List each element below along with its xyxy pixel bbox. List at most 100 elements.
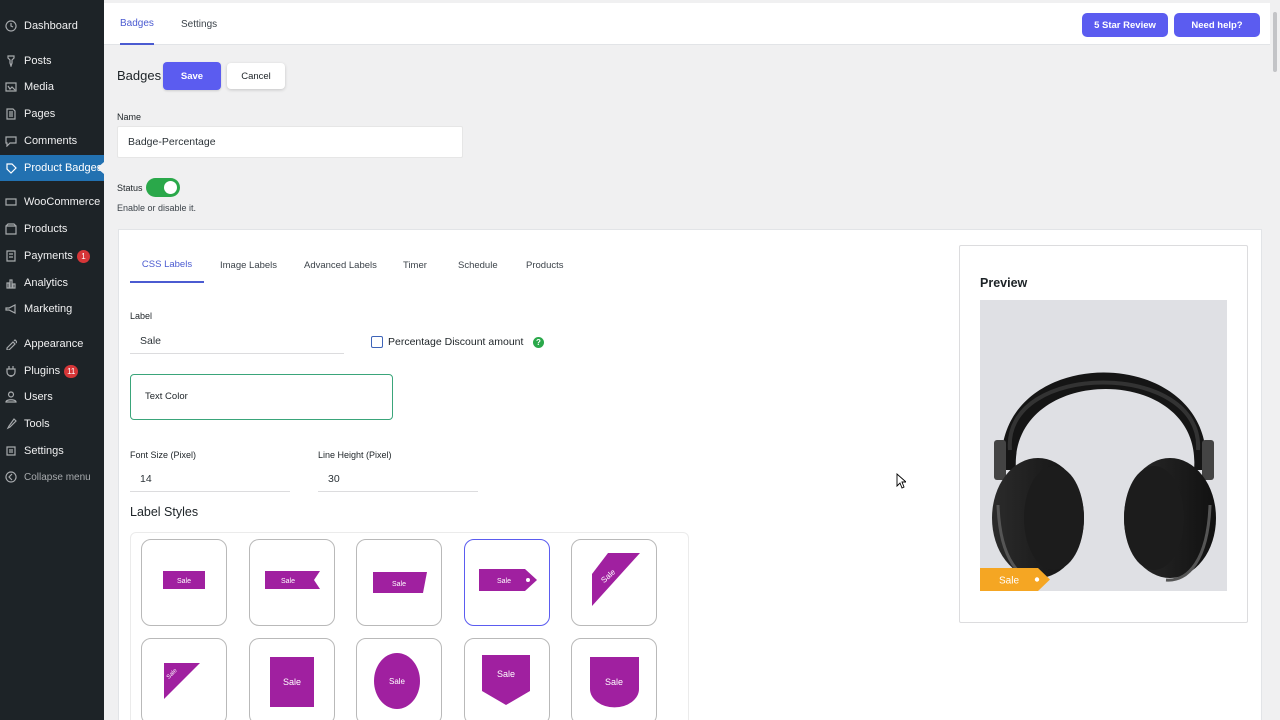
sidebar-item-marketing[interactable]: Marketing [0, 296, 104, 322]
tab-schedule[interactable]: Schedule [458, 248, 498, 283]
label-style-shape: Sale [270, 657, 314, 707]
name-input[interactable]: Badge-Percentage [117, 126, 463, 158]
sidebar-item-media[interactable]: Media [0, 74, 104, 100]
tab-settings[interactable]: Settings [181, 3, 217, 45]
sidebar-item-label: Analytics [24, 277, 69, 289]
media-icon [3, 80, 19, 94]
tab-advanced-labels[interactable]: Advanced Labels [304, 248, 377, 283]
sidebar-item-label: Marketing [24, 303, 73, 315]
plugin-top-bar: Badges Settings 5 Star Review Need help? [104, 3, 1270, 45]
label-style-option-9[interactable]: Sale [464, 638, 550, 720]
status-toggle[interactable] [146, 178, 180, 197]
sidebar-item-product-badges[interactable]: Product Badges [0, 155, 104, 181]
name-label: Name [117, 112, 142, 122]
label-style-shape: Sale [374, 653, 420, 709]
sidebar-item-analytics[interactable]: Analytics [0, 270, 104, 296]
label-style-option-10[interactable]: Sale [571, 638, 657, 720]
sidebar-item-users[interactable]: Users [0, 384, 104, 410]
need-help-button[interactable]: Need help? [1174, 13, 1260, 37]
comments-icon [3, 134, 19, 148]
svg-text:Sale: Sale [497, 578, 511, 585]
sidebar-item-pages[interactable]: Pages [0, 101, 104, 127]
percentage-discount-label: Percentage Discount amount [388, 336, 524, 348]
label-text-input[interactable]: Sale [130, 328, 344, 354]
payments-icon [3, 249, 19, 263]
sidebar-item-label: Users [24, 391, 53, 403]
svg-text:Sale: Sale [281, 578, 295, 585]
woo-icon [3, 195, 19, 209]
sidebar-item-payments[interactable]: Payments 1 [0, 243, 104, 269]
sidebar-item-posts[interactable]: Posts [0, 48, 104, 74]
label-style-option-6[interactable]: Sale [141, 638, 227, 720]
label-style-option-8[interactable]: Sale [356, 638, 442, 720]
sidebar-item-plugins[interactable]: Plugins 11 [0, 358, 104, 384]
pages-icon [3, 107, 19, 121]
mouse-cursor-icon [896, 473, 906, 489]
analytics-icon [3, 276, 19, 290]
text-color-picker[interactable]: Text Color [130, 374, 393, 420]
label-style-shape: Sale [163, 571, 205, 589]
settings-icon [3, 444, 19, 458]
sidebar-item-label: WooCommerce [24, 196, 101, 208]
sidebar-item-label: Tools [24, 418, 50, 430]
font-size-label: Font Size (Pixel) [130, 450, 197, 460]
cancel-button[interactable]: Cancel [227, 63, 285, 89]
sidebar-item-label: Comments [24, 135, 78, 147]
sidebar-item-dashboard[interactable]: Dashboard [0, 13, 104, 39]
svg-text:Sale: Sale [497, 669, 515, 679]
appearance-icon [3, 337, 19, 351]
status-help-text: Enable or disable it. [117, 203, 197, 213]
label-style-option-4[interactable]: Sale [464, 539, 550, 626]
page-scrollbar[interactable] [1270, 0, 1280, 720]
pin-icon [3, 54, 19, 68]
line-height-input[interactable]: 30 [318, 466, 478, 492]
tab-timer[interactable]: Timer [403, 248, 427, 283]
sidebar-item-tools[interactable]: Tools [0, 411, 104, 437]
sidebar-item-label: Payments [24, 250, 73, 262]
sidebar-item-comments[interactable]: Comments [0, 128, 104, 154]
label-style-shape: Sale [265, 571, 320, 589]
sidebar-item-label: Plugins [24, 365, 61, 377]
label-style-shape: Sale [482, 655, 530, 705]
tab-css-labels[interactable]: CSS Labels [130, 248, 204, 283]
sidebar-item-label: Posts [24, 55, 52, 67]
label-style-option-1[interactable]: Sale [141, 539, 227, 626]
sidebar-item-label: Settings [24, 445, 64, 457]
label-style-shape: Sale [164, 663, 200, 699]
dashboard-icon [3, 19, 19, 33]
text-color-label: Text Color [145, 391, 188, 402]
sidebar-item-products[interactable]: Products [0, 216, 104, 242]
sidebar-item-appearance[interactable]: Appearance [0, 331, 104, 357]
badge-icon [3, 161, 19, 175]
label-style-option-7[interactable]: Sale [249, 638, 335, 720]
svg-text:Sale: Sale [283, 677, 301, 687]
five-star-review-button[interactable]: 5 Star Review [1082, 13, 1168, 37]
update-count-badge: 1 [76, 249, 90, 263]
label-style-option-2[interactable]: Sale [249, 539, 335, 626]
marketing-icon [3, 302, 19, 316]
preview-sale-badge: Sale [980, 568, 1050, 591]
tab-image-labels[interactable]: Image Labels [220, 248, 277, 283]
users-icon [3, 390, 19, 404]
update-count-badge: 11 [64, 364, 79, 378]
sidebar-item-settings[interactable]: Settings [0, 438, 104, 464]
preview-title: Preview [980, 276, 1028, 290]
collapse-icon [3, 470, 19, 484]
svg-text:Sale: Sale [177, 578, 191, 585]
sidebar-item-label: Collapse menu [24, 471, 91, 483]
sidebar-item-collapse-menu[interactable]: Collapse menu [0, 464, 104, 490]
tab-badges[interactable]: Badges [120, 3, 154, 45]
save-button[interactable]: Save [163, 62, 221, 90]
page-title: Badges [117, 68, 162, 83]
label-style-shape: Sale [479, 569, 537, 591]
sidebar-item-label: Product Badges [24, 162, 103, 174]
label-style-option-5[interactable]: Sale [571, 539, 657, 626]
label-style-option-3[interactable]: Sale [356, 539, 442, 626]
sidebar-item-label: Products [24, 223, 68, 235]
sidebar-item-label: Dashboard [24, 20, 78, 32]
font-size-input[interactable]: 14 [130, 466, 290, 492]
help-icon[interactable]: ? [533, 337, 544, 348]
tab-products[interactable]: Products [526, 248, 564, 283]
sidebar-item-woocommerce[interactable]: WooCommerce [0, 189, 104, 215]
percentage-discount-checkbox[interactable] [371, 336, 383, 348]
